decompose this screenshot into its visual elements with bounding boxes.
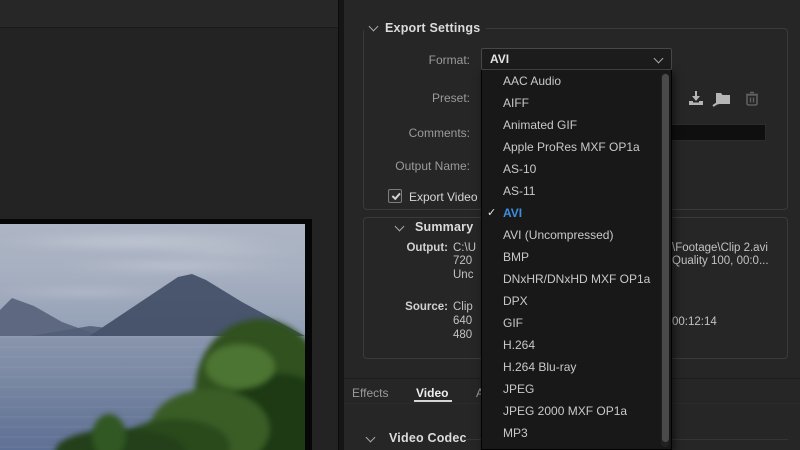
- output-detail-fragment: 720: [453, 255, 472, 267]
- dropdown-item[interactable]: AVI (Uncompressed): [482, 224, 671, 246]
- comments-label: Comments:: [345, 126, 470, 140]
- checkmark-icon: ✓: [487, 202, 496, 224]
- dropdown-item[interactable]: Animated GIF: [482, 114, 671, 136]
- output-name-label: Output Name:: [345, 159, 470, 173]
- video-codec-title: Video Codec: [389, 431, 467, 445]
- dropdown-item[interactable]: Apple ProRes MXF OP1a: [482, 136, 671, 158]
- video-preview: [0, 224, 305, 450]
- save-preset-button[interactable]: [684, 87, 708, 109]
- dropdown-item[interactable]: BMP: [482, 246, 671, 268]
- output-path-fragment: C:\U: [453, 242, 476, 254]
- output-detail-fragment: Unc: [453, 269, 473, 281]
- import-preset-button[interactable]: [710, 87, 734, 109]
- dropdown-item-selected[interactable]: ✓AVI: [482, 202, 671, 224]
- source-duration: 00:12:14: [672, 316, 717, 328]
- source-label: Source:: [345, 301, 448, 313]
- dropdown-item[interactable]: JPEG 2000 MXF OP1a: [482, 400, 671, 422]
- source-detail-fragment: 480: [453, 329, 472, 341]
- dropdown-item[interactable]: AIFF: [482, 92, 671, 114]
- dropdown-item[interactable]: H.264: [482, 334, 671, 356]
- delete-preset-button[interactable]: [740, 87, 764, 109]
- checkmark-icon: [391, 191, 400, 200]
- export-settings-screen: Export Settings Format: AVI Preset: Comm…: [0, 0, 800, 450]
- format-dropdown-list: AAC Audio AIFF Animated GIF Apple ProRes…: [481, 70, 672, 450]
- export-video-label: Export Video: [409, 190, 478, 204]
- save-preset-icon: [686, 89, 706, 108]
- format-select-value: AVI: [482, 52, 509, 66]
- export-settings-title: Export Settings: [385, 21, 480, 35]
- export-settings-header[interactable]: Export Settings: [364, 20, 486, 36]
- export-video-checkbox[interactable]: [388, 189, 402, 203]
- output-quality-fragment: Quality 100, 00:0...: [672, 255, 769, 267]
- left-toolbar-strip: [0, 0, 338, 28]
- tab-effects[interactable]: Effects: [352, 386, 388, 400]
- tab-video[interactable]: Video: [416, 386, 448, 400]
- dropdown-item[interactable]: AAC Audio: [482, 70, 671, 92]
- preset-label: Preset:: [345, 91, 470, 105]
- dropdown-item[interactable]: AS-10: [482, 158, 671, 180]
- chevron-down-icon: [369, 22, 379, 32]
- active-tab-underline: [414, 400, 452, 402]
- scrollbar-thumb[interactable]: [662, 74, 669, 442]
- dropdown-item[interactable]: MP3: [482, 422, 671, 444]
- dropdown-item[interactable]: DPX: [482, 290, 671, 312]
- chevron-down-icon: [654, 54, 664, 64]
- import-preset-icon: [711, 89, 733, 108]
- dropdown-item[interactable]: H.264 Blu-ray: [482, 356, 671, 378]
- dropdown-scrollbar[interactable]: [661, 73, 669, 447]
- format-label: Format:: [345, 53, 470, 67]
- dropdown-item[interactable]: JPEG: [482, 378, 671, 400]
- output-label: Output:: [345, 242, 448, 254]
- dropdown-item[interactable]: GIF: [482, 312, 671, 334]
- summary-title: Summary: [415, 220, 473, 234]
- video-preview-frame: [0, 219, 312, 450]
- source-clip-fragment: Clip: [453, 301, 473, 313]
- source-detail-fragment: 640: [453, 315, 472, 327]
- output-path-end: \Footage\Clip 2.avi: [672, 242, 768, 254]
- dropdown-item[interactable]: AS-11: [482, 180, 671, 202]
- format-select[interactable]: AVI: [481, 48, 672, 70]
- dropdown-item[interactable]: DNxHR/DNxHD MXF OP1a: [482, 268, 671, 290]
- trash-icon: [743, 89, 761, 108]
